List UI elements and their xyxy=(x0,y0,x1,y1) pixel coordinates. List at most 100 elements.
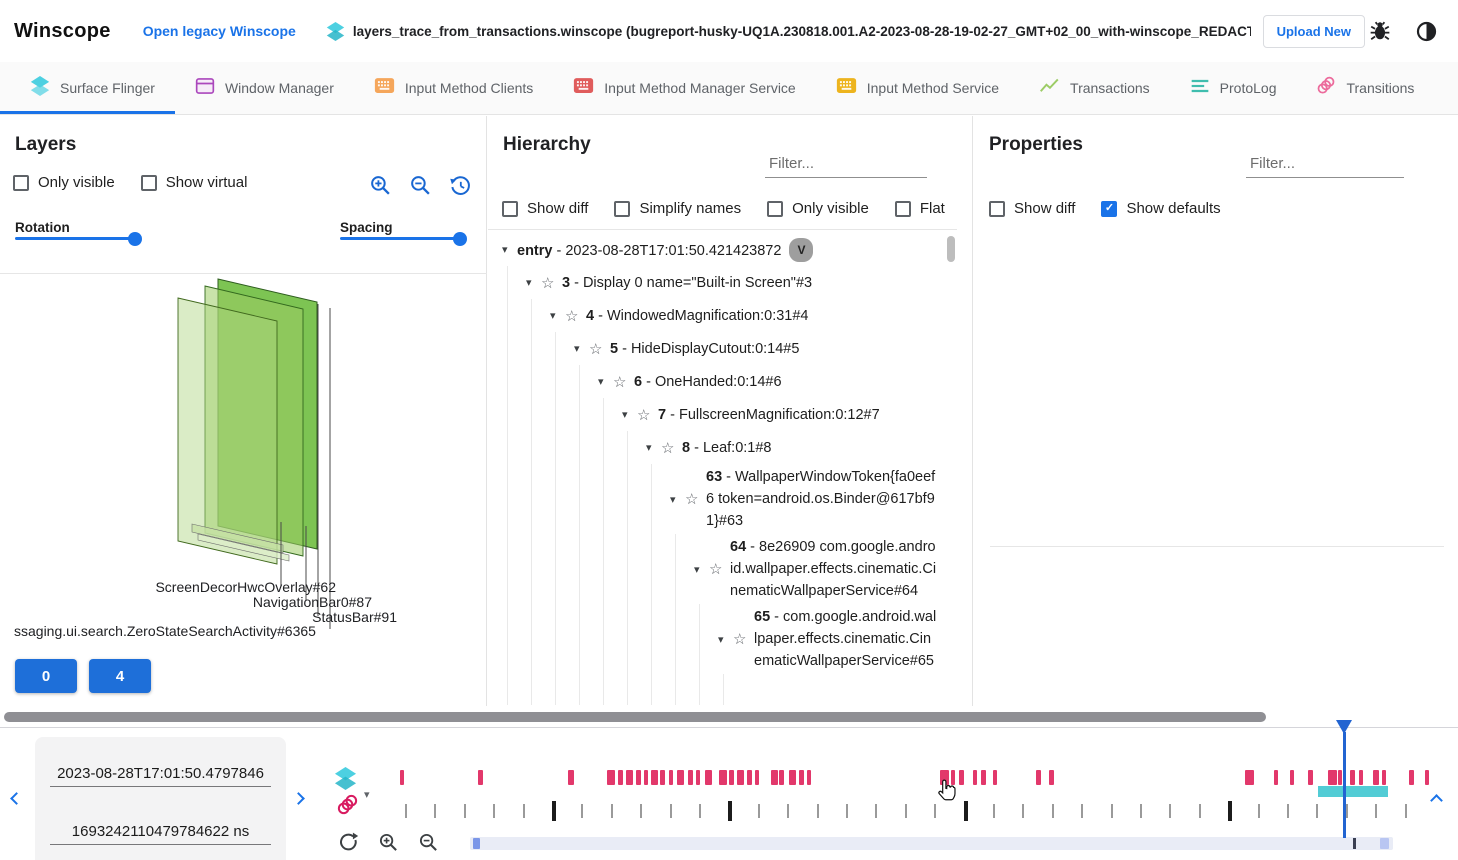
transition-mark[interactable] xyxy=(660,770,665,785)
layers-entry-tick[interactable] xyxy=(728,801,732,821)
layers-entry-tick[interactable] xyxy=(1022,804,1024,818)
transition-mark[interactable] xyxy=(618,770,623,785)
layers-entry-tick[interactable] xyxy=(611,804,613,818)
transition-mark[interactable] xyxy=(478,770,483,785)
display-button-4[interactable]: 4 xyxy=(89,659,151,693)
zoom-selection-band[interactable] xyxy=(1318,786,1388,797)
checkbox-unchecked[interactable] xyxy=(614,201,630,217)
transition-mark[interactable] xyxy=(1274,770,1278,785)
star-icon[interactable]: ☆ xyxy=(613,373,634,391)
hierarchy-checkbox-show-diff[interactable]: Show diff xyxy=(502,200,588,217)
layers-entry-tick[interactable] xyxy=(552,801,556,821)
transition-mark[interactable] xyxy=(607,770,615,785)
hierarchy-checkbox-only-visible[interactable]: Only visible xyxy=(767,200,869,217)
star-icon[interactable]: ☆ xyxy=(565,307,586,325)
zoom-out-icon[interactable] xyxy=(409,174,432,197)
transition-mark[interactable] xyxy=(636,770,641,785)
transition-mark[interactable] xyxy=(400,770,404,785)
transition-mark[interactable] xyxy=(951,770,955,785)
transition-mark[interactable] xyxy=(1245,770,1254,785)
hierarchy-checkbox-simplify-names[interactable]: Simplify names xyxy=(614,200,741,217)
transition-mark[interactable] xyxy=(1328,770,1337,785)
rotation-slider-thumb[interactable] xyxy=(128,232,142,246)
tree-node-65[interactable]: ▾☆65 - com.google.android.wallpaper.effe… xyxy=(488,604,946,674)
spacing-slider-thumb[interactable] xyxy=(453,232,467,246)
transition-mark[interactable] xyxy=(959,770,964,785)
transition-mark[interactable] xyxy=(1338,770,1342,785)
transitions-track[interactable] xyxy=(397,770,1445,786)
expand-caret-icon[interactable]: ▾ xyxy=(598,375,613,388)
transition-mark[interactable] xyxy=(1359,770,1363,785)
layers-icon[interactable] xyxy=(334,766,357,791)
transition-mark[interactable] xyxy=(1350,770,1355,785)
transition-mark[interactable] xyxy=(737,770,744,785)
layers-entry-tick[interactable] xyxy=(1287,804,1289,818)
zoom-in-icon[interactable] xyxy=(369,174,392,197)
transition-mark[interactable] xyxy=(719,770,727,785)
layers-entry-tick[interactable] xyxy=(1169,804,1171,818)
transition-mark[interactable] xyxy=(771,770,778,785)
checkbox-unchecked[interactable] xyxy=(502,201,518,217)
transition-mark[interactable] xyxy=(1373,770,1379,785)
checkbox-unchecked[interactable] xyxy=(895,201,911,217)
tab-input-method-clients[interactable]: Input Method Clients xyxy=(354,62,553,114)
transition-mark[interactable] xyxy=(1290,770,1294,785)
hierarchy-checkbox-flat[interactable]: Flat xyxy=(895,200,945,217)
expand-caret-icon[interactable]: ▾ xyxy=(502,243,517,256)
star-icon[interactable]: ☆ xyxy=(709,560,730,578)
zoom-in-icon[interactable] xyxy=(378,832,399,853)
layers-checkbox-show-virtual[interactable]: Show virtual xyxy=(141,174,248,191)
layers-checkbox-only-visible[interactable]: Only visible xyxy=(13,174,115,191)
layers-entry-tick[interactable] xyxy=(846,804,848,818)
expand-caret-icon[interactable]: ▾ xyxy=(550,309,565,322)
transition-mark[interactable] xyxy=(755,770,759,785)
ns-time-input[interactable] xyxy=(50,823,271,845)
layers-entry-tick[interactable] xyxy=(1199,804,1201,818)
tree-node-63[interactable]: ▾☆63 - WallpaperWindowToken{fa0eef6 toke… xyxy=(488,464,946,534)
tab-protolog[interactable]: ProtoLog xyxy=(1170,62,1297,114)
transition-mark[interactable] xyxy=(1036,770,1041,785)
checkbox-unchecked[interactable] xyxy=(13,175,29,191)
layers-entry-tick[interactable] xyxy=(1228,801,1232,821)
layers-entry-tick[interactable] xyxy=(1375,804,1377,818)
expand-caret-icon[interactable]: ▾ xyxy=(574,342,589,355)
properties-checkbox-show-defaults[interactable]: ✓Show defaults xyxy=(1101,200,1220,217)
layers-entry-tick[interactable] xyxy=(670,804,672,818)
transition-mark[interactable] xyxy=(626,770,633,785)
checkbox-unchecked[interactable] xyxy=(767,201,783,217)
star-icon[interactable]: ☆ xyxy=(589,340,610,358)
tree-node-8[interactable]: ▾☆8 - Leaf:0:1#8 xyxy=(488,431,946,464)
transition-mark[interactable] xyxy=(981,770,986,785)
layers-entry-tick[interactable] xyxy=(1140,804,1142,818)
transition-mark[interactable] xyxy=(1382,770,1386,785)
star-icon[interactable]: ☆ xyxy=(541,274,562,292)
transition-mark[interactable] xyxy=(568,770,574,785)
minimap-range-end[interactable] xyxy=(1380,838,1389,849)
transition-mark[interactable] xyxy=(973,770,977,785)
transition-mark[interactable] xyxy=(729,770,734,785)
transition-mark[interactable] xyxy=(677,770,684,785)
display-button-0[interactable]: 0 xyxy=(15,659,77,693)
hierarchy-scrollbar[interactable] xyxy=(947,236,955,262)
expand-caret-icon[interactable]: ▾ xyxy=(646,441,661,454)
layers-entry-tick[interactable] xyxy=(1405,804,1407,818)
layers-entry-tick[interactable] xyxy=(1052,804,1054,818)
transition-mark[interactable] xyxy=(779,770,784,785)
layers-entry-tick[interactable] xyxy=(1111,804,1113,818)
timeline-minimap[interactable] xyxy=(470,837,1393,850)
layers-entry-tick[interactable] xyxy=(964,801,968,821)
tree-node-5[interactable]: ▾☆5 - HideDisplayCutout:0:14#5 xyxy=(488,332,946,365)
transition-mark[interactable] xyxy=(688,770,693,785)
zoom-out-icon[interactable] xyxy=(418,832,439,853)
transition-mark[interactable] xyxy=(747,770,752,785)
layers-entry-tick[interactable] xyxy=(699,804,701,818)
layers-entry-tick[interactable] xyxy=(817,804,819,818)
layers-entry-tick[interactable] xyxy=(787,804,789,818)
properties-filter-input[interactable] xyxy=(1246,152,1404,178)
dark-mode-icon[interactable] xyxy=(1415,20,1438,43)
reset-view-icon[interactable] xyxy=(449,174,472,197)
layers-entry-tick[interactable] xyxy=(1081,804,1083,818)
tab-transactions[interactable]: Transactions xyxy=(1019,62,1170,114)
spacing-slider[interactable] xyxy=(340,237,460,240)
layers-entry-tick[interactable] xyxy=(640,804,642,818)
